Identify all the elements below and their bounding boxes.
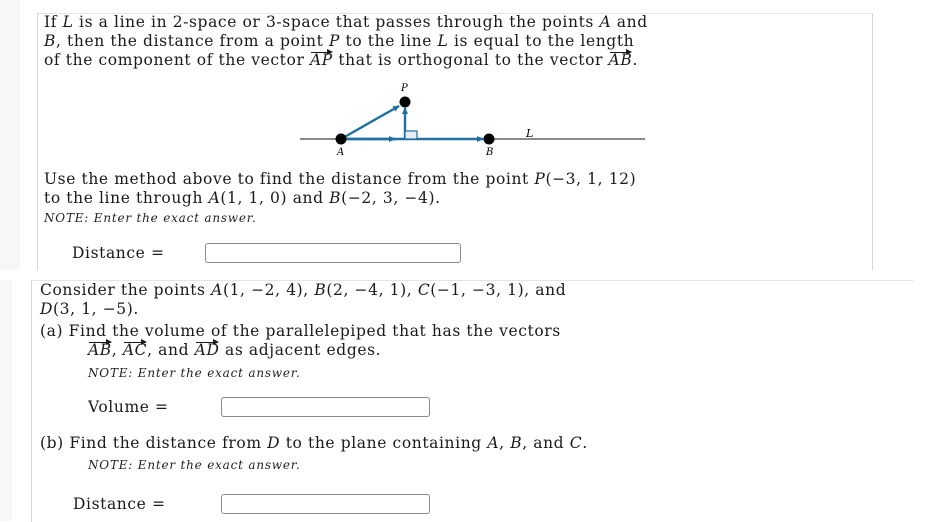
- point-A: [335, 133, 347, 145]
- text-segment: of the component of the vector: [44, 51, 310, 69]
- problem-2-intro-line-2: D(3, 1, −5).: [40, 300, 139, 319]
- text-segment: to the line through: [44, 189, 209, 207]
- text-segment: to the plane containing: [280, 434, 488, 452]
- math-variable: A: [487, 434, 500, 452]
- text-segment: , and: [522, 434, 570, 452]
- part-b-distance-label: Distance =: [73, 495, 166, 513]
- math-variable: A: [211, 281, 223, 299]
- point-B: [483, 133, 495, 145]
- text-segment: (3, 1, −5).: [53, 300, 139, 318]
- point-P: [399, 96, 411, 108]
- math-variable: B: [329, 189, 342, 207]
- math-variable: C: [569, 434, 583, 452]
- text-segment: to the line: [339, 32, 438, 50]
- text-segment: Use the method above to find the distanc…: [44, 170, 535, 188]
- math-variable: B: [510, 434, 523, 452]
- math-variable: L: [62, 13, 74, 31]
- part-b-note: NOTE: Enter the exact answer.: [88, 458, 301, 472]
- volume-label: Volume =: [88, 398, 169, 416]
- part-b-question: (b) Find the distance from D to the plan…: [40, 434, 588, 453]
- volume-input[interactable]: [221, 397, 430, 417]
- math-variable: P: [534, 170, 546, 188]
- text-segment: (1, 1, 0) and: [220, 189, 330, 207]
- text-segment: ,: [111, 341, 123, 359]
- vector-symbol: AD: [194, 339, 220, 359]
- text-segment: (−3, 1, 12): [545, 170, 637, 188]
- text-segment: (1, −2, 4),: [222, 281, 315, 299]
- label-L: L: [525, 127, 533, 140]
- right-angle-marker: [404, 130, 418, 140]
- text-segment: is a line in 2-space or 3-space that pas…: [73, 13, 600, 31]
- left-gutter-top: [0, 0, 20, 270]
- vector-symbol: AB: [88, 339, 112, 359]
- part-a-question-line-1: (a) Find the volume of the parallelepipe…: [40, 322, 561, 341]
- part-a-note: NOTE: Enter the exact answer.: [88, 366, 301, 380]
- text-segment: (−2, 3, −4).: [341, 189, 441, 207]
- part-a-question-line-2: AB, AC, and AD as adjacent edges.: [88, 339, 382, 360]
- vector-AP: [340, 104, 400, 141]
- text-segment: that is orthogonal to the vector: [332, 51, 609, 69]
- text-segment: , and: [147, 341, 195, 359]
- problem-1-intro-line-3: of the component of the vector AP that i…: [44, 49, 638, 70]
- text-segment: (−1, −3, 1), and: [430, 281, 567, 299]
- vector-symbol: AB: [608, 49, 633, 69]
- problem-1-note: NOTE: Enter the exact answer.: [44, 211, 257, 225]
- left-gutter-bottom: [0, 280, 12, 521]
- math-variable: D: [40, 300, 54, 318]
- math-variable: P: [328, 32, 340, 50]
- problem-1-distance-input[interactable]: [205, 243, 461, 263]
- text-segment: as adjacent edges.: [219, 341, 382, 359]
- problem-1-intro-line-2: B, then the distance from a point P to t…: [44, 32, 634, 51]
- problem-2-intro-line-1: Consider the points A(1, −2, 4), B(2, −4…: [40, 281, 566, 300]
- distance-diagram: P A B L: [300, 83, 645, 158]
- text-segment: , then the distance from a point: [56, 32, 329, 50]
- problem-1-intro-line-1: If L is a line in 2-space or 3-space tha…: [44, 13, 648, 32]
- math-variable: D: [267, 434, 281, 452]
- text-segment: ,: [499, 434, 511, 452]
- vector-symbol: AP: [309, 49, 333, 69]
- label-P: P: [400, 83, 408, 94]
- math-variable: B: [44, 32, 56, 50]
- text-segment: (2, −4, 1),: [326, 281, 418, 299]
- label-B: B: [485, 147, 493, 158]
- vector-symbol: AC: [122, 339, 148, 359]
- part-b-distance-input[interactable]: [221, 494, 430, 514]
- problem-1-question-line-1: Use the method above to find the distanc…: [44, 170, 636, 189]
- label-A: A: [336, 147, 344, 158]
- math-variable: L: [437, 32, 449, 50]
- text-segment: .: [632, 51, 638, 69]
- text-segment: (b) Find the distance from: [40, 434, 268, 452]
- math-variable: A: [599, 13, 612, 31]
- math-variable: C: [417, 281, 431, 299]
- text-segment: .: [582, 434, 588, 452]
- problem-1-question-line-2: to the line through A(1, 1, 0) and B(−2,…: [44, 189, 441, 208]
- text-segment: If: [44, 13, 63, 31]
- text-segment: is equal to the length: [448, 32, 635, 50]
- text-segment: and: [611, 13, 648, 31]
- math-variable: B: [314, 281, 327, 299]
- math-variable: A: [208, 189, 221, 207]
- problem-1-distance-label: Distance =: [72, 244, 165, 262]
- text-segment: (a) Find the volume of the parallelepipe…: [40, 322, 561, 340]
- text-segment: Consider the points: [40, 281, 212, 299]
